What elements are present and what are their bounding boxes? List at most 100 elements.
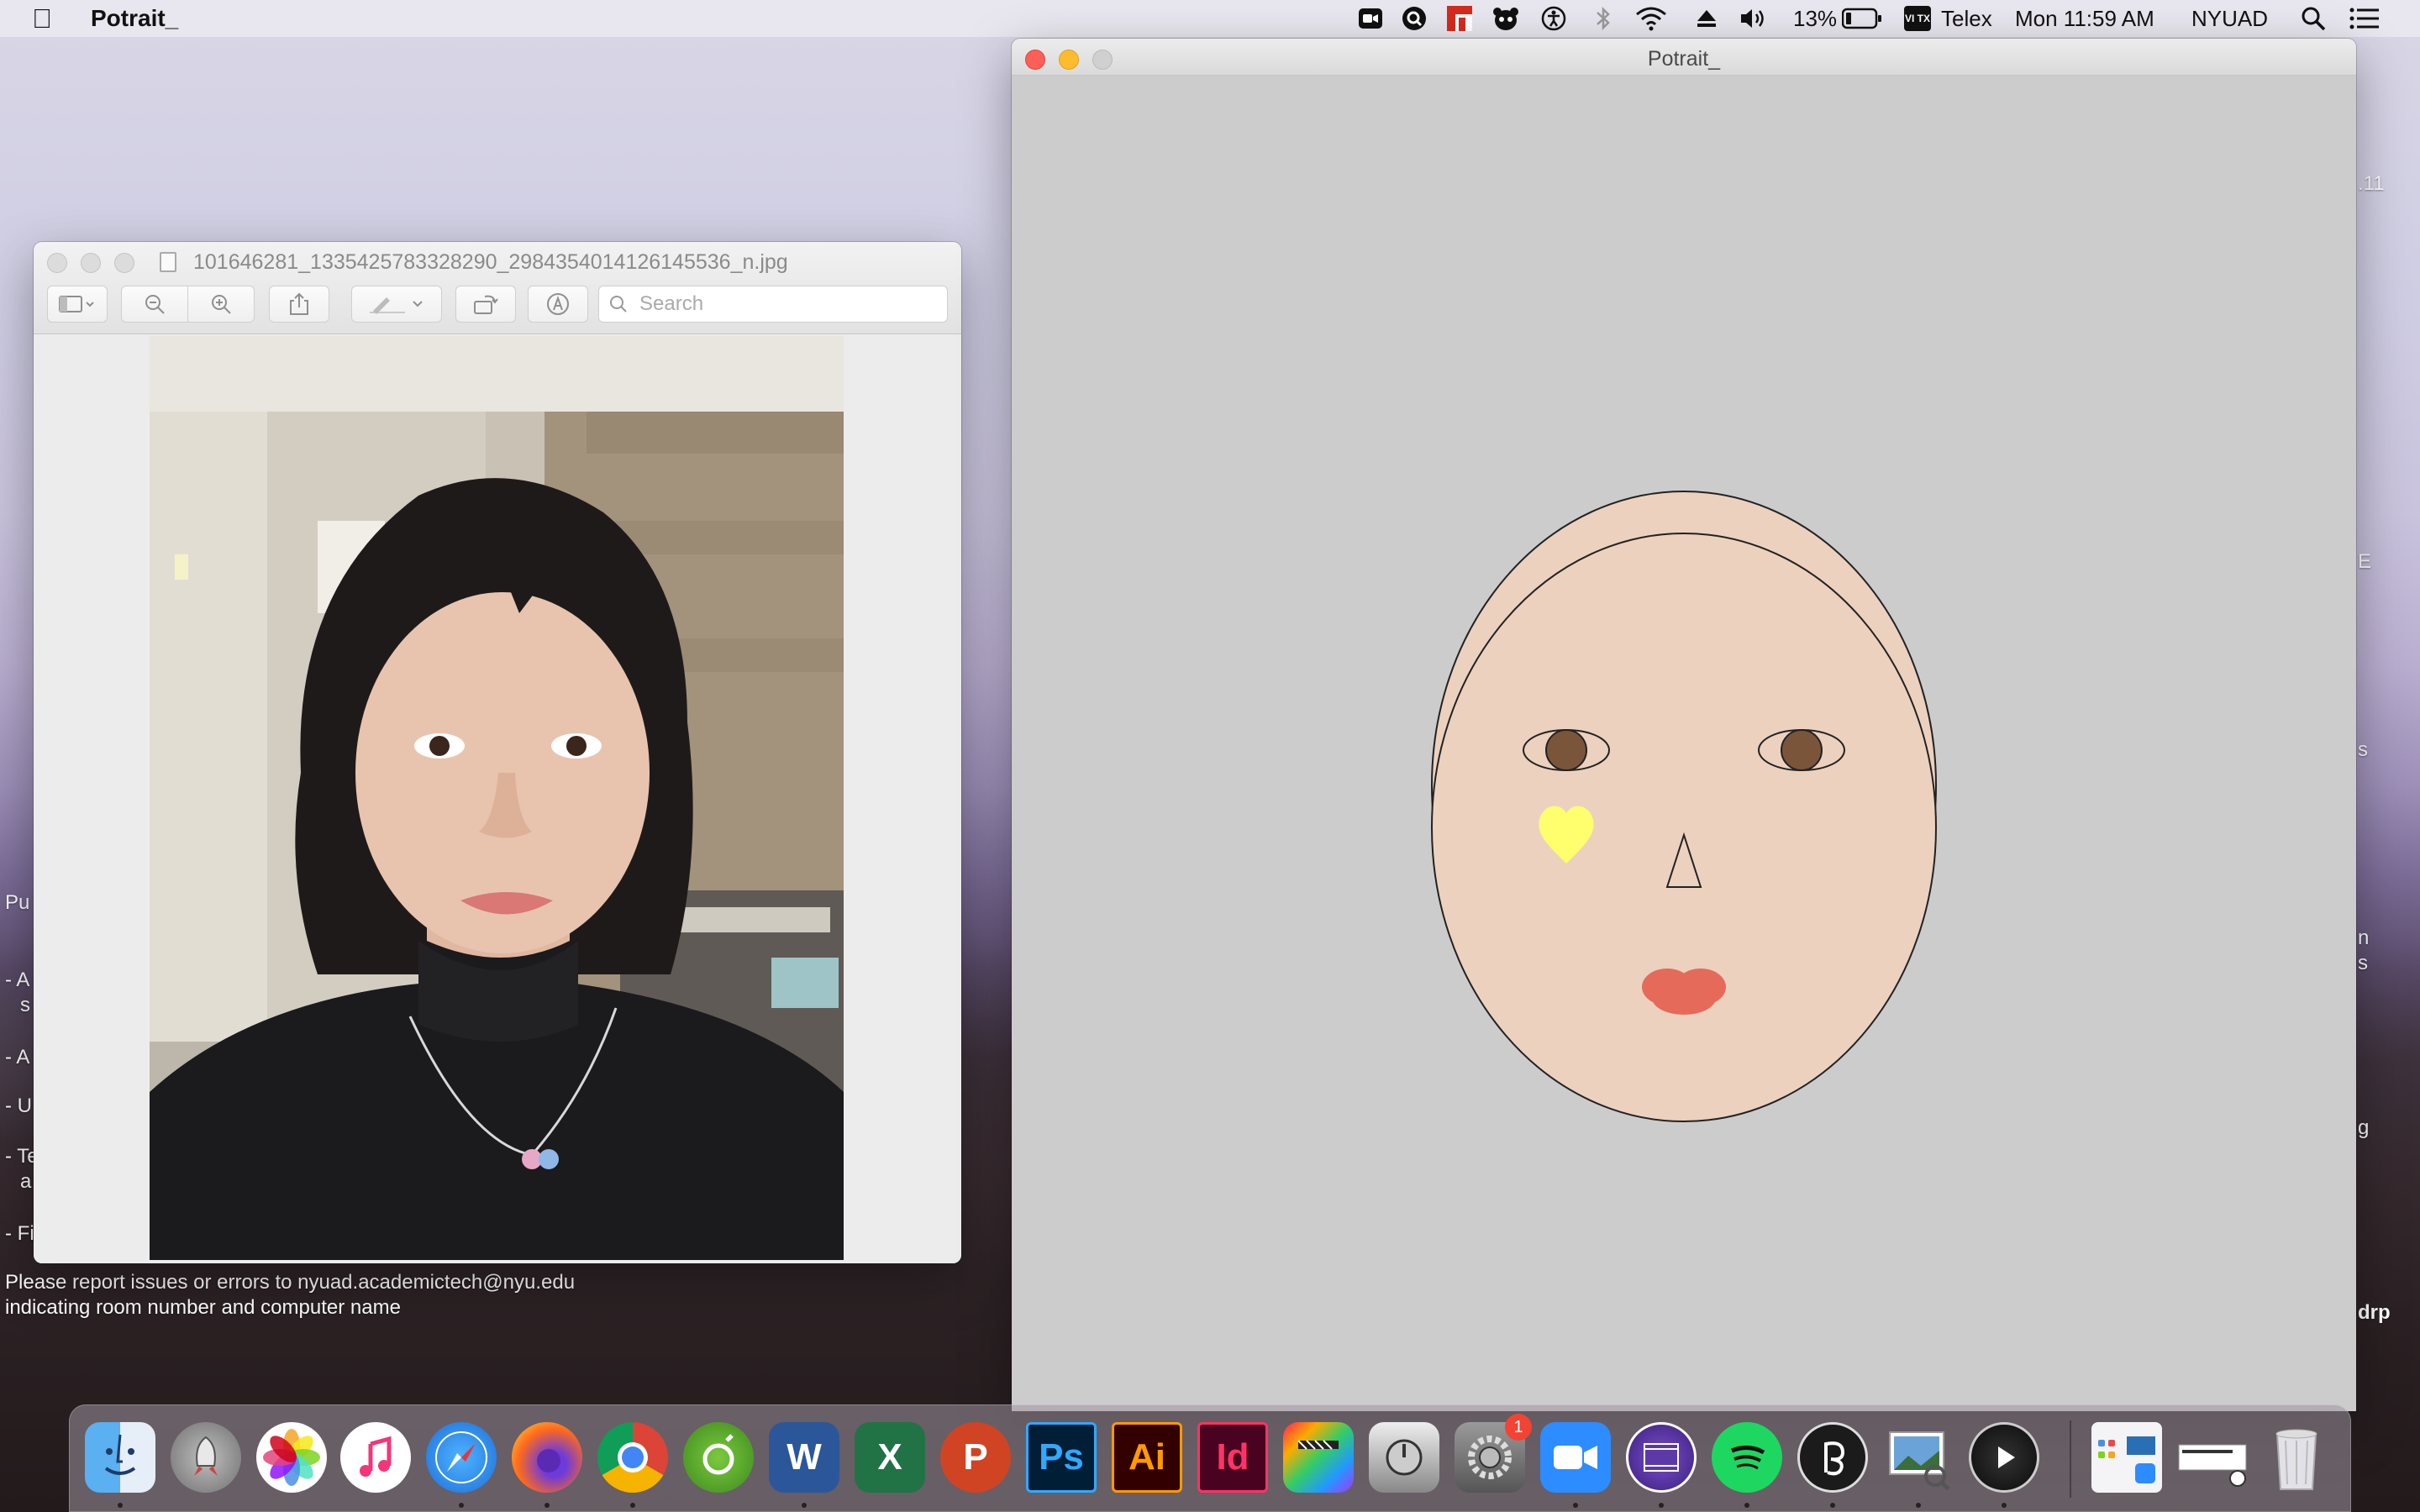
- trash-icon[interactable]: [2261, 1422, 2332, 1493]
- adobe-icon[interactable]: [1447, 6, 1472, 31]
- panda-icon[interactable]: [1492, 6, 1519, 31]
- running-indicator: [459, 1503, 464, 1508]
- desktop-fragment: s: [20, 994, 30, 1016]
- system-preferences-icon[interactable]: 1: [1455, 1414, 1532, 1493]
- photos-icon[interactable]: [256, 1422, 327, 1493]
- running-indicator: [802, 1503, 807, 1508]
- running-indicator: [1573, 1503, 1578, 1508]
- input-source-badge[interactable]: VI TX: [1904, 6, 1931, 31]
- running-indicator: [630, 1503, 635, 1508]
- desktop-fragment: n: [2358, 927, 2370, 949]
- face-outline: [1431, 533, 1937, 1122]
- annotate-icon: [547, 293, 569, 315]
- word-letter: W: [786, 1436, 822, 1478]
- excel-letter: X: [877, 1436, 902, 1478]
- running-indicator: [544, 1503, 550, 1508]
- indesign-letters: Id: [1216, 1436, 1249, 1478]
- desktop-fragment: g: [2358, 1116, 2370, 1139]
- desktop-fragment: - Fi: [5, 1222, 34, 1245]
- apps-folder-stack-icon[interactable]: [2091, 1422, 2162, 1493]
- running-indicator: [2002, 1503, 2007, 1508]
- excel-icon[interactable]: X: [855, 1422, 925, 1493]
- indesign-icon[interactable]: Id: [1197, 1422, 1268, 1493]
- running-indicator: [118, 1503, 123, 1508]
- desktop-fragment: s: [2358, 952, 2368, 974]
- face-drawing: [1431, 491, 1937, 1122]
- desktop-notice-line1: Please report issues or errors to nyuad.…: [5, 1271, 576, 1294]
- rotate-button[interactable]: [455, 286, 516, 323]
- screenshot-stack-icon[interactable]: [2177, 1422, 2248, 1493]
- markup-button[interactable]: [351, 286, 442, 323]
- zoom-out-icon: [145, 295, 165, 314]
- menu-app-name[interactable]: Potrait_: [91, 5, 178, 32]
- sidebar-toggle-button[interactable]: [47, 286, 108, 323]
- rotate-icon: [474, 295, 498, 314]
- movie-player-icon[interactable]: [1969, 1422, 2039, 1493]
- quicksilver-icon[interactable]: [1402, 6, 1427, 31]
- sidebar-icon: [59, 296, 94, 312]
- firefox-icon[interactable]: [512, 1422, 582, 1493]
- finder-icon[interactable]: [85, 1422, 155, 1493]
- bluetooth-icon[interactable]: [1595, 6, 1612, 31]
- zoom-out-button[interactable]: [121, 286, 188, 323]
- spotify-icon[interactable]: [1712, 1422, 1782, 1493]
- film-recorder-icon[interactable]: [1626, 1422, 1697, 1493]
- preview-window: 101646281_1335425783328290_2984354014126…: [34, 242, 961, 1263]
- preview-app-icon[interactable]: [1883, 1422, 1954, 1493]
- spotlight-icon[interactable]: [2301, 6, 2326, 31]
- running-indicator: [1659, 1503, 1664, 1508]
- chrome-icon[interactable]: [597, 1422, 668, 1493]
- minimize-button[interactable]: [81, 253, 101, 273]
- search-input[interactable]: Search: [598, 286, 948, 323]
- illustrator-icon[interactable]: Ai: [1112, 1422, 1182, 1493]
- safari-icon[interactable]: [426, 1422, 497, 1493]
- selfie-photo: [150, 336, 844, 1260]
- battery-icon[interactable]: [1842, 6, 1882, 31]
- sketch-canvas[interactable]: [1012, 76, 2356, 1411]
- menu-bar:  Potrait_ 13% VI TX Telex Mon 11:59 AM …: [0, 0, 2420, 37]
- desktop-fragment: a: [20, 1170, 32, 1193]
- photoshop-icon[interactable]: Ps: [1026, 1422, 1097, 1493]
- zoom-icon[interactable]: [1540, 1422, 1611, 1493]
- processing-icon[interactable]: [1797, 1422, 1868, 1493]
- input-source-badge-text: VI TX: [1904, 12, 1930, 24]
- logic-icon[interactable]: [1369, 1422, 1439, 1493]
- eject-icon[interactable]: [1696, 6, 1718, 31]
- close-button[interactable]: [47, 253, 67, 273]
- zoom-meeting-icon[interactable]: [1358, 6, 1383, 31]
- right-iris: [1781, 729, 1823, 771]
- notification-center-icon[interactable]: [2349, 6, 2380, 31]
- menu-user[interactable]: NYUAD: [2191, 6, 2268, 32]
- accessibility-icon[interactable]: [1541, 6, 1566, 31]
- desktop-fragment: Pu: [5, 891, 30, 914]
- word-icon[interactable]: W: [769, 1422, 839, 1493]
- apple-icon[interactable]: : [32, 3, 52, 34]
- final-cut-icon[interactable]: [1283, 1422, 1354, 1493]
- desktop-fragment: - A: [5, 969, 30, 991]
- wifi-icon[interactable]: [1635, 6, 1667, 31]
- menu-clock[interactable]: Mon 11:59 AM: [2015, 6, 2154, 32]
- running-indicator: [1830, 1503, 1835, 1508]
- portrait-titlebar[interactable]: Potrait_: [1012, 39, 2356, 76]
- dock-separator: [2070, 1420, 2071, 1498]
- powerpoint-letter: P: [963, 1436, 988, 1478]
- zoom-in-icon: [212, 295, 231, 314]
- annotate-button[interactable]: [528, 286, 588, 323]
- lip-bottom: [1652, 981, 1716, 1015]
- share-button[interactable]: [269, 286, 329, 323]
- zoom-button[interactable]: [114, 253, 134, 273]
- running-indicator: [1916, 1503, 1921, 1508]
- desktop-notice-line2: indicating room number and computer name: [5, 1296, 401, 1319]
- growl-icon[interactable]: [683, 1422, 754, 1493]
- photoshop-letters: Ps: [1039, 1436, 1084, 1478]
- launchpad-icon[interactable]: [171, 1422, 241, 1493]
- volume-icon[interactable]: [1739, 6, 1770, 31]
- search-icon: [610, 296, 627, 312]
- selfie-image: [150, 336, 844, 1260]
- music-icon[interactable]: [340, 1422, 411, 1493]
- zoom-in-button[interactable]: [187, 286, 255, 323]
- input-source-label[interactable]: Telex: [1941, 6, 1992, 32]
- search-placeholder: Search: [639, 292, 704, 315]
- preview-titlebar[interactable]: 101646281_1335425783328290_2984354014126…: [34, 242, 961, 334]
- powerpoint-icon[interactable]: P: [940, 1422, 1011, 1493]
